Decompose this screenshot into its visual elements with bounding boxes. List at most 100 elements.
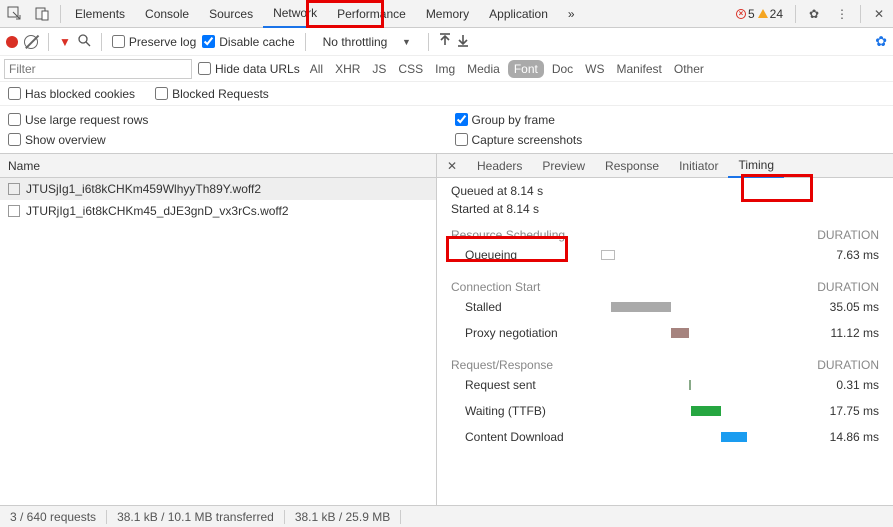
error-icon: × — [736, 9, 746, 19]
large-rows-checkbox[interactable]: Use large request rows — [8, 113, 439, 127]
status-bar: 3 / 640 requests 38.1 kB / 10.1 MB trans… — [0, 505, 893, 527]
detail-tab-timing[interactable]: Timing — [728, 154, 784, 178]
timing-section-header: Request/ResponseDURATION — [451, 358, 879, 372]
settings-icon[interactable]: ✿ — [800, 0, 828, 28]
separator — [101, 33, 102, 51]
preserve-log-checkbox[interactable]: Preserve log — [112, 35, 196, 49]
timing-value: 14.86 ms — [799, 430, 879, 444]
tab-performance[interactable]: Performance — [327, 0, 416, 28]
timing-value: 17.75 ms — [799, 404, 879, 418]
timing-row: Queueing 7.63 ms — [451, 242, 879, 268]
device-toggle-icon[interactable] — [28, 0, 56, 28]
record-button[interactable] — [6, 36, 18, 48]
detail-tab-preview[interactable]: Preview — [532, 154, 595, 178]
issue-counter[interactable]: ×5 24 — [736, 7, 783, 21]
kebab-icon[interactable]: ⋮ — [828, 0, 856, 28]
tab-elements[interactable]: Elements — [65, 0, 135, 28]
detail-tab-initiator[interactable]: Initiator — [669, 154, 728, 178]
separator — [860, 5, 861, 23]
timing-label: Waiting (TTFB) — [451, 404, 601, 418]
timing-value: 11.12 ms — [799, 326, 879, 340]
filter-type-ws[interactable]: WS — [581, 60, 608, 78]
status-transferred: 38.1 kB / 10.1 MB transferred — [107, 510, 285, 524]
timing-bar — [691, 406, 721, 416]
chevron-down-icon: ▼ — [402, 37, 411, 47]
separator — [60, 5, 61, 23]
timing-label: Request sent — [451, 378, 601, 392]
filter-type-img[interactable]: Img — [431, 60, 459, 78]
column-header-name[interactable]: Name — [0, 154, 436, 178]
timing-bar — [601, 250, 615, 260]
started-at-label: Started at 8.14 s — [451, 202, 879, 216]
separator — [48, 33, 49, 51]
download-har-icon[interactable] — [457, 33, 469, 50]
status-requests: 3 / 640 requests — [0, 510, 107, 524]
network-settings-icon[interactable]: ✿ — [875, 33, 887, 50]
filter-type-doc[interactable]: Doc — [548, 60, 577, 78]
filter-type-xhr[interactable]: XHR — [331, 60, 364, 78]
separator — [428, 33, 429, 51]
clear-button[interactable] — [24, 35, 38, 49]
request-row[interactable]: JTUSjIg1_i6t8kCHKm459WlhyyTh89Y.woff2 — [0, 178, 436, 200]
timing-label: Content Download — [451, 430, 601, 444]
file-icon — [8, 183, 20, 195]
timing-bar — [611, 302, 671, 312]
timing-section-header: Resource SchedulingDURATION — [451, 228, 879, 242]
timing-bar-area — [601, 404, 799, 418]
filter-type-media[interactable]: Media — [463, 60, 504, 78]
tab-memory[interactable]: Memory — [416, 0, 479, 28]
hide-data-urls-checkbox[interactable]: Hide data URLs — [198, 62, 300, 76]
timing-bar-area — [601, 300, 799, 314]
filter-input[interactable] — [4, 59, 192, 79]
timing-label: Proxy negotiation — [451, 326, 601, 340]
capture-screenshots-checkbox[interactable]: Capture screenshots — [455, 133, 886, 147]
filter-icon[interactable]: ▼ — [59, 35, 71, 49]
filter-type-css[interactable]: CSS — [394, 60, 427, 78]
tab-application[interactable]: Application — [479, 0, 558, 28]
close-icon[interactable]: ✕ — [865, 0, 893, 28]
request-name: JTURjIg1_i6t8kCHKm45_dJE3gnD_vx3rCs.woff… — [26, 204, 289, 218]
timing-row: Proxy negotiation 11.12 ms — [451, 320, 879, 346]
more-glyph: » — [568, 7, 575, 21]
timing-value: 35.05 ms — [799, 300, 879, 314]
disable-cache-checkbox[interactable]: Disable cache — [202, 35, 294, 49]
tab-console[interactable]: Console — [135, 0, 199, 28]
timing-value: 7.63 ms — [799, 248, 879, 262]
timing-bar — [721, 432, 747, 442]
search-icon[interactable] — [77, 33, 91, 50]
separator — [305, 33, 306, 51]
timing-row: Stalled 35.05 ms — [451, 294, 879, 320]
timing-bar-area — [601, 326, 799, 340]
blocked-requests-checkbox[interactable]: Blocked Requests — [155, 87, 269, 101]
queued-at-label: Queued at 8.14 s — [451, 184, 879, 198]
detail-tab-response[interactable]: Response — [595, 154, 669, 178]
close-detail-icon[interactable]: ✕ — [443, 157, 461, 175]
timing-section-header: Connection StartDURATION — [451, 280, 879, 294]
show-overview-checkbox[interactable]: Show overview — [8, 133, 439, 147]
timing-label: Queueing — [451, 248, 601, 262]
tab-more[interactable]: » — [558, 0, 585, 28]
timing-value: 0.31 ms — [799, 378, 879, 392]
inspect-icon[interactable] — [0, 0, 28, 28]
upload-har-icon[interactable] — [439, 33, 451, 50]
warning-count: 24 — [770, 7, 783, 21]
tab-network[interactable]: Network — [263, 0, 327, 28]
filter-type-all[interactable]: All — [306, 60, 327, 78]
timing-row: Waiting (TTFB) 17.75 ms — [451, 398, 879, 424]
timing-bar — [689, 380, 691, 390]
filter-type-js[interactable]: JS — [368, 60, 390, 78]
throttling-select[interactable]: No throttling ▼ — [316, 34, 418, 50]
filter-type-manifest[interactable]: Manifest — [613, 60, 666, 78]
has-blocked-cookies-checkbox[interactable]: Has blocked cookies — [8, 87, 135, 101]
timing-bar-area — [601, 248, 799, 262]
request-row[interactable]: JTURjIg1_i6t8kCHKm45_dJE3gnD_vx3rCs.woff… — [0, 200, 436, 222]
timing-row: Content Download 14.86 ms — [451, 424, 879, 450]
request-name: JTUSjIg1_i6t8kCHKm459WlhyyTh89Y.woff2 — [26, 182, 261, 196]
filter-type-other[interactable]: Other — [670, 60, 708, 78]
detail-tab-headers[interactable]: Headers — [467, 154, 532, 178]
group-by-frame-checkbox[interactable]: Group by frame — [455, 113, 886, 127]
file-icon — [8, 205, 20, 217]
filter-type-font[interactable]: Font — [508, 60, 544, 78]
tab-sources[interactable]: Sources — [199, 0, 263, 28]
timing-label: Stalled — [451, 300, 601, 314]
